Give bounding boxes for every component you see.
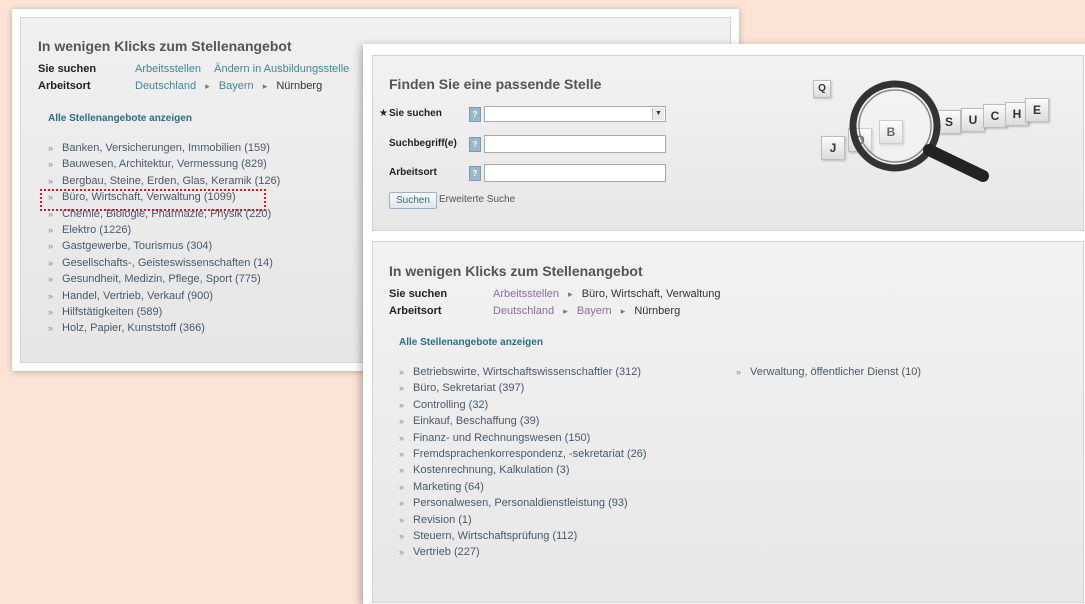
suchbegriff-field-label: Suchbegriff(e) bbox=[389, 138, 457, 149]
search-panel: Finden Sie eine passende Stelle ★ Sie su… bbox=[372, 55, 1084, 231]
subcategory-list-left: » Betriebswirte, Wirtschaftswissenschaftl… bbox=[399, 364, 647, 561]
category-item[interactable]: » Banken, Versicherungen, Immobilien (159… bbox=[48, 140, 280, 156]
crumb-buero: Büro, Wirtschaft, Verwaltung bbox=[581, 288, 721, 300]
subcategory-list-right: » Verwaltung, öffentlicher Dienst (10) bbox=[736, 364, 921, 380]
suchbegriff-input[interactable] bbox=[484, 135, 666, 153]
arbeitsort-breadcrumb: Deutschland ▸ Bayern ▸ Nürnberg bbox=[493, 305, 680, 317]
help-icon[interactable]: ? bbox=[469, 107, 481, 122]
magnifying-glass-icon bbox=[849, 80, 989, 182]
all-offers-link[interactable]: Alle Stellenangebote anzeigen bbox=[48, 113, 192, 124]
bullet-icon: » bbox=[399, 530, 405, 541]
bullet-icon: » bbox=[48, 224, 54, 235]
subcategory-item[interactable]: » Betriebswirte, Wirtschaftswissenschaftl… bbox=[399, 364, 647, 380]
crumb-nuernberg: Nürnberg bbox=[276, 80, 323, 92]
crumb-separator: ▸ bbox=[620, 306, 626, 316]
bullet-icon: » bbox=[48, 290, 54, 301]
subcategory-item[interactable]: » Vertrieb (227) bbox=[399, 544, 647, 560]
front-window: Finden Sie eine passende Stelle ★ Sie su… bbox=[363, 44, 1085, 604]
erweiterte-suche-link[interactable]: Erweiterte Suche bbox=[439, 194, 515, 205]
bullet-icon: » bbox=[48, 274, 54, 285]
sie-suchen-label: Sie suchen bbox=[38, 63, 97, 75]
bullet-icon: » bbox=[48, 241, 54, 252]
aendern-link[interactable]: Ändern in Ausbildungsstelle bbox=[214, 63, 349, 75]
crumb-separator: ▸ bbox=[262, 81, 268, 91]
bullet-icon: » bbox=[399, 448, 405, 459]
arbeitsort-label: Arbeitsort bbox=[389, 305, 442, 317]
subcategory-item[interactable]: » Fremdsprachenkorrespondenz, -sekretaria… bbox=[399, 446, 647, 462]
required-star-icon: ★ bbox=[379, 108, 388, 119]
bullet-icon: » bbox=[48, 159, 54, 170]
help-icon[interactable]: ? bbox=[469, 166, 481, 181]
subcategory-item[interactable]: » Controlling (32) bbox=[399, 397, 647, 413]
search-heading: Finden Sie eine passende Stelle bbox=[389, 76, 602, 92]
crumb-separator: ▸ bbox=[205, 81, 210, 91]
bullet-icon: » bbox=[399, 481, 405, 492]
bullet-icon: » bbox=[399, 498, 405, 509]
bullet-icon: » bbox=[399, 465, 405, 476]
letter-cube: Q bbox=[813, 80, 831, 98]
category-item[interactable]: » Elektro (1226) bbox=[48, 222, 280, 238]
bullet-icon: » bbox=[48, 257, 54, 268]
highlight-dotted-box bbox=[40, 189, 266, 211]
category-item[interactable]: » Hilfstätigkeiten (589) bbox=[48, 304, 280, 320]
category-item[interactable]: » Gastgewerbe, Tourismus (304) bbox=[48, 238, 280, 254]
bullet-icon: » bbox=[399, 399, 405, 410]
bullet-icon: » bbox=[48, 143, 54, 153]
category-item[interactable]: » Gesundheit, Medizin, Pflege, Sport (775… bbox=[48, 271, 280, 287]
category-item[interactable]: » Bergbau, Steine, Erden, Glas, Keramik (… bbox=[48, 173, 280, 189]
bullet-icon: » bbox=[399, 514, 405, 525]
crumb-arbeitsstellen[interactable]: Arbeitsstellen bbox=[493, 288, 559, 300]
help-icon[interactable]: ? bbox=[469, 137, 481, 152]
job-suche-illustration: Q J O B S U C H E bbox=[803, 76, 1053, 186]
all-offers-link[interactable]: Alle Stellenangebote anzeigen bbox=[399, 337, 543, 348]
crumb-deutschland[interactable]: Deutschland bbox=[493, 305, 554, 317]
sie-suchen-label: Sie suchen bbox=[389, 288, 448, 300]
sie-suchen-breadcrumb: Arbeitsstellen ▸ Büro, Wirtschaft, Verwa… bbox=[493, 288, 720, 300]
sie-suchen-select[interactable]: ▼ bbox=[484, 106, 666, 122]
bullet-icon: » bbox=[48, 306, 54, 317]
sie-suchen-value[interactable]: Arbeitsstellen bbox=[135, 63, 201, 75]
klicks-panel: In wenigen Klicks zum Stellenangebot Sie… bbox=[372, 241, 1084, 603]
bullet-icon: » bbox=[399, 416, 405, 427]
subcategory-item[interactable]: » Marketing (64) bbox=[399, 479, 647, 495]
arbeitsort-label: Arbeitsort bbox=[38, 80, 91, 92]
bullet-icon: » bbox=[399, 432, 405, 443]
bullet-icon: » bbox=[399, 547, 405, 558]
category-item[interactable]: » Holz, Papier, Kunststoff (366) bbox=[48, 320, 280, 336]
bullet-icon: » bbox=[48, 323, 54, 334]
crumb-nuernberg: Nürnberg bbox=[634, 305, 681, 317]
crumb-separator: ▸ bbox=[563, 306, 568, 316]
bullet-icon: » bbox=[48, 175, 54, 186]
bullet-icon: » bbox=[736, 367, 742, 377]
crumb-separator: ▸ bbox=[568, 289, 573, 299]
subcategory-item[interactable]: » Verwaltung, öffentlicher Dienst (10) bbox=[736, 364, 921, 380]
bullet-icon: » bbox=[399, 383, 405, 394]
subcategory-item[interactable]: » Einkauf, Beschaffung (39) bbox=[399, 413, 647, 429]
chevron-down-icon: ▼ bbox=[652, 108, 664, 120]
back-category-list: » Banken, Versicherungen, Immobilien (159… bbox=[48, 140, 280, 337]
category-item[interactable]: » Handel, Vertrieb, Verkauf (900) bbox=[48, 288, 280, 304]
back-heading: In wenigen Klicks zum Stellenangebot bbox=[38, 38, 292, 54]
arbeitsort-field-label: Arbeitsort bbox=[389, 167, 437, 178]
category-item[interactable]: » Gesellschafts-, Geisteswissenschaften (… bbox=[48, 255, 280, 271]
sie-suchen-field-label: Sie suchen bbox=[389, 108, 442, 119]
subcategory-item[interactable]: » Kostenrechnung, Kalkulation (3) bbox=[399, 462, 647, 478]
front-heading: In wenigen Klicks zum Stellenangebot bbox=[389, 263, 643, 279]
arbeitsort-breadcrumb: Deutschland ▸ Bayern ▸ Nürnberg bbox=[135, 80, 322, 92]
crumb-deutschland[interactable]: Deutschland bbox=[135, 80, 196, 92]
subcategory-item[interactable]: » Personalwesen, Personaldienstleistung (… bbox=[399, 495, 647, 511]
category-item[interactable]: » Bauwesen, Architektur, Vermessung (829) bbox=[48, 156, 280, 172]
subcategory-item[interactable]: » Revision (1) bbox=[399, 512, 647, 528]
arbeitsort-input[interactable] bbox=[484, 164, 666, 182]
subcategory-item[interactable]: » Steuern, Wirtschaftsprüfung (112) bbox=[399, 528, 647, 544]
crumb-bayern[interactable]: Bayern bbox=[577, 305, 612, 317]
subcategory-item[interactable]: » Büro, Sekretariat (397) bbox=[399, 380, 647, 396]
bullet-icon: » bbox=[399, 367, 405, 377]
crumb-bayern[interactable]: Bayern bbox=[219, 80, 254, 92]
suchen-button[interactable]: Suchen bbox=[389, 192, 437, 209]
subcategory-item[interactable]: » Finanz- und Rechnungswesen (150) bbox=[399, 430, 647, 446]
